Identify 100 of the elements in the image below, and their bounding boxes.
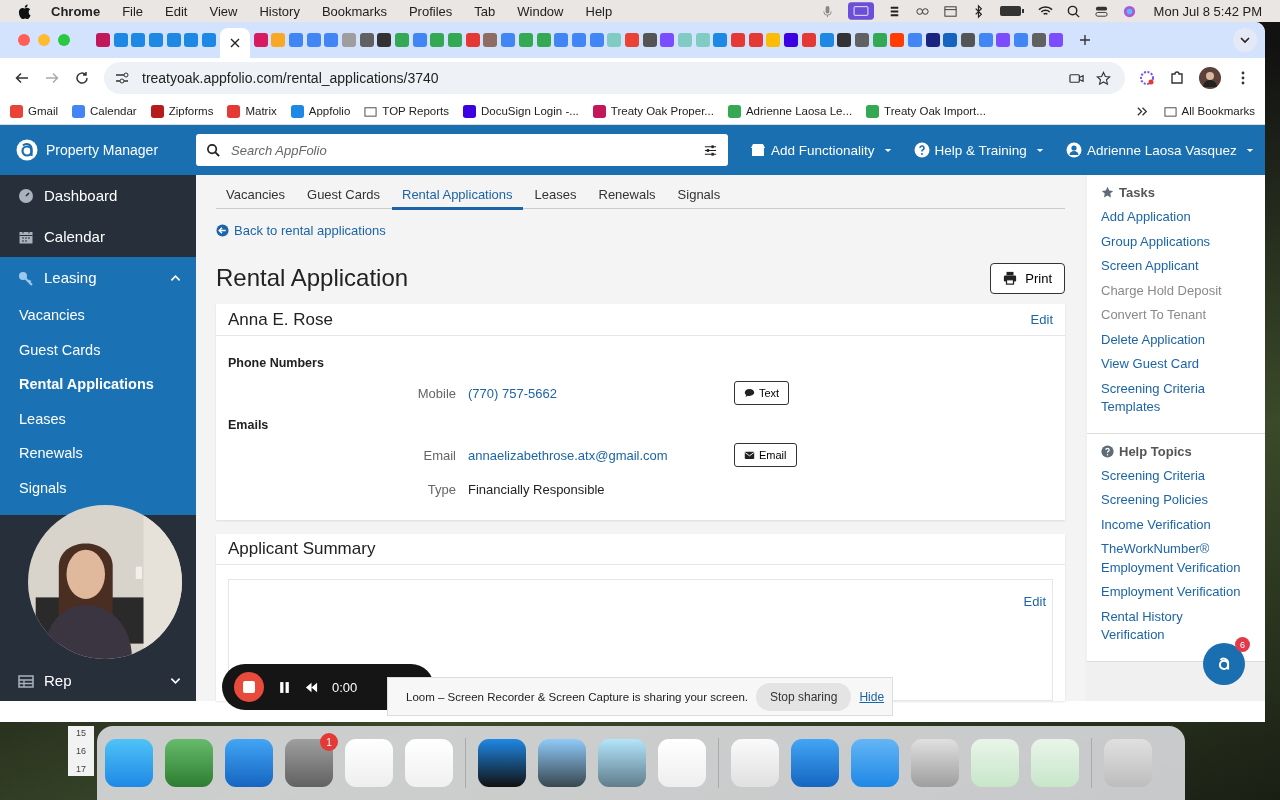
task-link[interactable]: Delete Application (1101, 330, 1243, 349)
tab-favicon-icon[interactable] (1031, 33, 1046, 47)
stop-sharing-button[interactable]: Stop sharing (756, 682, 852, 711)
bookmark[interactable]: Zipforms (150, 104, 214, 118)
menu-item[interactable]: File (122, 3, 144, 19)
dock-app-icon[interactable] (478, 739, 526, 787)
sidebar-subitem[interactable]: Guest Cards (0, 332, 196, 367)
bookmark[interactable]: Matrix (227, 104, 277, 118)
bookmark[interactable]: Treaty Oak Import... (866, 104, 986, 118)
tab-favicon-icon[interactable] (784, 33, 799, 47)
nav-tab[interactable]: Vacancies (216, 183, 295, 210)
filter-icon[interactable] (703, 142, 718, 158)
nav-tab[interactable]: Guest Cards (297, 183, 390, 210)
bookmark[interactable]: DocuSign Login -... (463, 104, 579, 118)
edit-link[interactable]: Edit (1023, 594, 1046, 609)
sidebar-item[interactable]: Calendar (0, 216, 196, 257)
nav-tab[interactable]: Leases (524, 183, 587, 210)
menu-item[interactable]: Window (517, 3, 564, 19)
help-link[interactable]: TheWorkNumber® Employment Verification (1101, 540, 1243, 577)
contact-button[interactable]: Text (734, 381, 790, 405)
tab-favicon-icon[interactable] (377, 33, 392, 47)
bookmark[interactable]: Gmail (10, 104, 59, 118)
nav-tab[interactable]: Rental Applications (392, 183, 523, 210)
dock-app-icon[interactable] (538, 739, 586, 787)
new-tab-icon[interactable] (1079, 34, 1092, 46)
nav-tab[interactable]: Renewals (588, 183, 666, 210)
chevron-icon (170, 676, 181, 685)
close-icon[interactable] (229, 38, 240, 48)
hide-link[interactable]: Hide (859, 689, 885, 704)
bookmark[interactable]: Calendar (72, 104, 137, 118)
search-icon[interactable] (1065, 3, 1081, 19)
stop-recording-button[interactable] (234, 672, 264, 702)
task-link[interactable]: View Guest Card (1101, 355, 1243, 374)
back-link[interactable]: Back to rental applications (216, 223, 386, 238)
pause-icon[interactable] (278, 680, 291, 694)
sidebar-item[interactable]: Dashboard (0, 175, 196, 216)
rewind-icon[interactable] (305, 680, 318, 694)
sidebar-subitem[interactable]: Renewals (0, 436, 196, 471)
tab-favicon-icon[interactable] (854, 33, 869, 47)
all-bookmarks-folder[interactable]: All Bookmarks (1163, 104, 1255, 118)
sidebar-item[interactable]: Rep (0, 660, 196, 701)
task-link[interactable]: Screen Applicant (1101, 257, 1243, 276)
print-button[interactable]: Print (990, 262, 1065, 294)
apple-icon[interactable] (18, 3, 31, 19)
search-bar[interactable]: Search AppFolio (196, 134, 728, 166)
back-icon[interactable] (14, 70, 30, 86)
reload-icon[interactable] (74, 70, 90, 86)
tab-favicon-icon[interactable] (642, 33, 657, 47)
header-menu[interactable]: Add Functionality (750, 142, 892, 158)
task-link[interactable]: Group Applications (1101, 232, 1243, 251)
siri-icon[interactable] (1121, 3, 1137, 19)
help-link[interactable]: Screening Policies (1101, 491, 1243, 510)
sidebar-subitem[interactable]: Leases (0, 401, 196, 436)
close-window-icon[interactable] (18, 34, 30, 46)
menu-item[interactable]: View (209, 3, 238, 19)
extension-icon[interactable] (1139, 70, 1155, 86)
tab-search-icon[interactable] (1233, 28, 1257, 52)
tab-favicon-icon[interactable] (943, 33, 958, 47)
tab-favicon-icon[interactable] (837, 33, 852, 47)
task-link[interactable]: Add Application (1101, 208, 1243, 227)
page-title: Rental Application (216, 264, 409, 292)
sidebar-subitem[interactable]: Rental Applications (0, 367, 196, 402)
menu-item[interactable]: Bookmarks (321, 3, 387, 19)
app-menu[interactable]: Chrome (51, 3, 101, 19)
field-value[interactable]: annaelizabethrose.atx@gmail.com (468, 447, 722, 463)
menu-item[interactable]: Tab (474, 3, 496, 19)
bookmark[interactable]: Adrienne Laosa Le... (727, 104, 853, 118)
star-icon[interactable] (1096, 70, 1111, 86)
screen-share-icon[interactable] (847, 2, 874, 20)
bookmark[interactable]: Treaty Oak Proper... (592, 104, 714, 118)
task-link[interactable]: Screening Criteria Templates (1101, 379, 1243, 417)
puzzle-icon[interactable] (1169, 70, 1185, 86)
tab-favicon-icon[interactable] (925, 33, 940, 47)
help-link[interactable]: Screening Criteria (1101, 466, 1243, 485)
edit-link[interactable]: Edit (1030, 312, 1053, 327)
sidebar-item[interactable]: Leasing (0, 257, 196, 298)
logo-icon[interactable] (16, 139, 38, 161)
address-bar[interactable]: treatyoak.appfolio.com/rental_applications/3740 (104, 62, 1125, 94)
zoom-window-icon[interactable] (58, 34, 70, 46)
bookmark[interactable]: Appfolio (290, 104, 351, 118)
nav-tab[interactable]: Signals (667, 183, 731, 210)
forward-icon[interactable] (44, 70, 60, 86)
field-value[interactable]: (770) 757-5662 (468, 385, 722, 401)
bookmark-favicon-icon (10, 104, 23, 118)
contact-button[interactable]: Email (734, 443, 797, 467)
window-icon[interactable] (942, 3, 958, 19)
menu-item[interactable]: Profiles (408, 3, 453, 19)
menu-item[interactable]: History (259, 3, 300, 19)
site-settings-icon[interactable] (114, 70, 130, 86)
help-link[interactable]: Income Verification (1101, 515, 1243, 534)
help-link[interactable]: Employment Verification (1101, 583, 1243, 602)
sidebar-subitem[interactable]: Vacancies (0, 298, 196, 333)
header-menu[interactable]: Adrienne Laosa Vasquez (1065, 142, 1254, 158)
menu-item[interactable]: Edit (165, 3, 188, 19)
tab-favicon-icon[interactable] (359, 33, 374, 47)
profile-avatar[interactable] (1199, 67, 1221, 89)
bookmark[interactable]: TOP Reports (364, 104, 449, 118)
header-menu[interactable]: Help & Training (913, 142, 1044, 158)
sidebar-subitem[interactable]: Signals (0, 470, 196, 505)
menu-item[interactable]: Help (585, 3, 613, 19)
